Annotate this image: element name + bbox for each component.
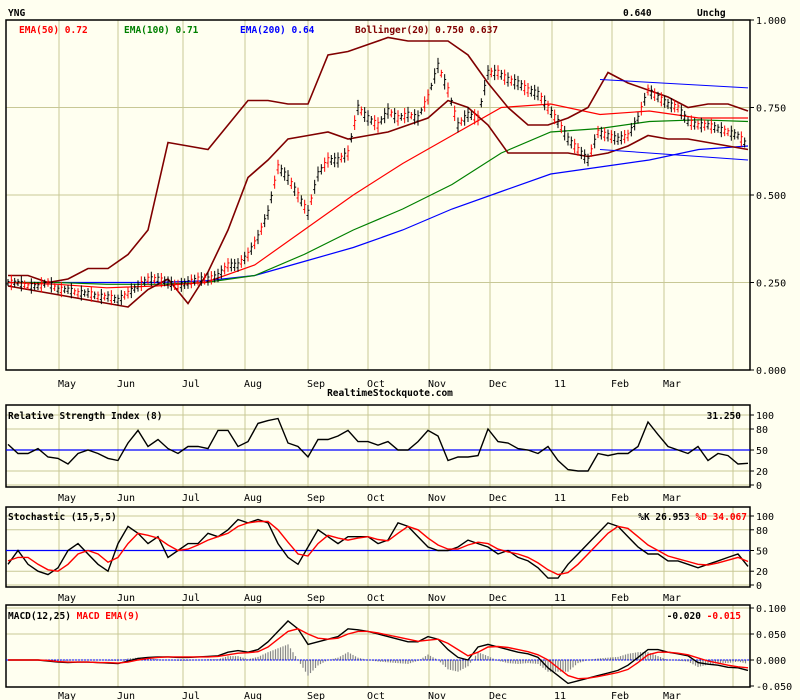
stoch-k-value: 26.953 bbox=[655, 512, 690, 523]
bollinger-upper: 0.750 bbox=[435, 25, 464, 36]
rsi-month-label: Sep bbox=[307, 493, 325, 504]
stoch-month-label: Nov bbox=[428, 593, 446, 604]
price-month-label: Sep bbox=[307, 379, 325, 390]
rsi-axis-label: 80 bbox=[756, 425, 768, 436]
stoch-axis-label: 80 bbox=[756, 526, 768, 537]
last-price: 0.640 bbox=[623, 8, 652, 19]
stoch-month-label: Jun bbox=[117, 593, 135, 604]
rsi-month-label: Oct bbox=[367, 493, 385, 504]
stoch-month-label: Mar bbox=[663, 593, 681, 604]
price-axis-label: 0.750 bbox=[756, 104, 786, 115]
ema100-value: 0.71 bbox=[176, 25, 199, 36]
macd-axis-label: 0.050 bbox=[756, 630, 786, 641]
stoch-axis-label: 0 bbox=[756, 581, 762, 592]
grid-layer: 1.000 0.750 0.500 0.250 0.000 May Jun Jul Aug Sep… bbox=[5, 16, 792, 700]
ema50-label: EMA(50) bbox=[19, 25, 59, 36]
bollinger-label: Bollinger(20) bbox=[355, 25, 429, 36]
rsi-month-label: 11 bbox=[554, 493, 566, 504]
ema200-value: 0.64 bbox=[292, 25, 315, 36]
stoch-k-label: %K bbox=[638, 512, 650, 523]
macd-title: MACD(12,25) MACD EMA(9) bbox=[8, 611, 140, 622]
stoch-month-label: Aug bbox=[244, 593, 262, 604]
rsi-axis-label: 20 bbox=[756, 467, 768, 478]
source-label[interactable]: RealtimeStockquote.com bbox=[327, 388, 453, 399]
macd-month-label: Oct bbox=[367, 691, 385, 700]
macd-label: MACD(12,25) bbox=[8, 611, 71, 622]
ema200-label: EMA(200) bbox=[240, 25, 286, 36]
legend-ema50: EMA(50) 0.72 bbox=[19, 25, 88, 36]
rsi-month-label: Aug bbox=[244, 493, 262, 504]
rsi-month-label: May bbox=[58, 493, 76, 504]
rsi-value: 31.250 bbox=[707, 411, 742, 422]
macd-value: -0.020 bbox=[667, 611, 702, 622]
legend-ema100: EMA(100) 0.71 bbox=[124, 25, 199, 36]
macd-month-label: Dec bbox=[489, 691, 507, 700]
ema100-label: EMA(100) bbox=[124, 25, 170, 36]
rsi-axis-label: 100 bbox=[756, 411, 774, 422]
price-axis-label: 1.000 bbox=[756, 16, 786, 27]
rsi-month-label: Dec bbox=[489, 493, 507, 504]
macd-month-label: Jun bbox=[117, 691, 135, 700]
stoch-axis-label: 20 bbox=[756, 567, 768, 578]
macd-month-label: Nov bbox=[428, 691, 446, 700]
stoch-month-label: Oct bbox=[367, 593, 385, 604]
macd-axis-label: 0.100 bbox=[756, 604, 786, 615]
stoch-title: Stochastic (15,5,5) bbox=[8, 512, 117, 523]
stoch-axis-label: 50 bbox=[756, 547, 768, 558]
macd-month-label: Sep bbox=[307, 691, 325, 700]
stoch-month-label: Dec bbox=[489, 593, 507, 604]
stoch-month-label: Sep bbox=[307, 593, 325, 604]
price-month-label: Jun bbox=[117, 379, 135, 390]
macd-values: -0.020 -0.015 bbox=[667, 611, 742, 622]
stoch-month-label: Feb bbox=[611, 593, 629, 604]
legend-ema200: EMA(200) 0.64 bbox=[240, 25, 315, 36]
price-month-label: Mar bbox=[663, 379, 681, 390]
price-axis-label: 0.000 bbox=[756, 366, 786, 377]
rsi-month-label: Jul bbox=[182, 493, 200, 504]
legend-bollinger: Bollinger(20) 0.750 0.637 bbox=[355, 25, 498, 36]
price-month-label: Dec bbox=[489, 379, 507, 390]
stoch-month-label: Jul bbox=[182, 593, 200, 604]
symbol-label: YNG bbox=[8, 8, 25, 19]
change-label: Unchg bbox=[697, 8, 726, 19]
ema50-value: 0.72 bbox=[65, 25, 88, 36]
macd-month-label: Jul bbox=[182, 691, 200, 700]
macd-signal-label: MACD EMA(9) bbox=[77, 611, 140, 622]
price-month-label: May bbox=[58, 379, 76, 390]
stoch-d-label: %D bbox=[695, 512, 707, 523]
rsi-axis-label: 50 bbox=[756, 446, 768, 457]
rsi-month-label: Nov bbox=[428, 493, 446, 504]
rsi-axis-label: 0 bbox=[756, 481, 762, 492]
bollinger-lower: 0.637 bbox=[469, 25, 498, 36]
rsi-month-label: Mar bbox=[663, 493, 681, 504]
macd-month-label: Feb bbox=[611, 691, 629, 700]
price-month-label: Feb bbox=[611, 379, 629, 390]
macd-axis-label: 0.000 bbox=[756, 656, 786, 667]
macd-month-label: Mar bbox=[663, 691, 681, 700]
stoch-axis-label: 100 bbox=[756, 512, 774, 523]
price-month-label: 11 bbox=[554, 379, 566, 390]
macd-signal-value: -0.015 bbox=[707, 611, 742, 622]
stoch-d-value: 34.067 bbox=[713, 512, 747, 523]
rsi-month-label: Jun bbox=[117, 493, 135, 504]
macd-month-label: 11 bbox=[554, 691, 566, 700]
stoch-month-label: May bbox=[58, 593, 76, 604]
stoch-values: %K 26.953 %D 34.067 bbox=[638, 512, 747, 523]
rsi-title: Relative Strength Index (8) bbox=[8, 411, 162, 422]
macd-axis-label: -0.050 bbox=[756, 682, 792, 693]
stoch-month-label: 11 bbox=[554, 593, 566, 604]
stock-chart: 1.000 0.750 0.500 0.250 0.000 May Jun Jul Aug Sep… bbox=[5, 8, 792, 700]
macd-month-label: Aug bbox=[244, 691, 262, 700]
price-month-label: Jul bbox=[182, 379, 200, 390]
price-axis-label: 0.250 bbox=[756, 279, 786, 290]
rsi-month-label: Feb bbox=[611, 493, 629, 504]
macd-month-label: May bbox=[58, 691, 76, 700]
price-month-label: Aug bbox=[244, 379, 262, 390]
price-axis-label: 0.500 bbox=[756, 191, 786, 202]
